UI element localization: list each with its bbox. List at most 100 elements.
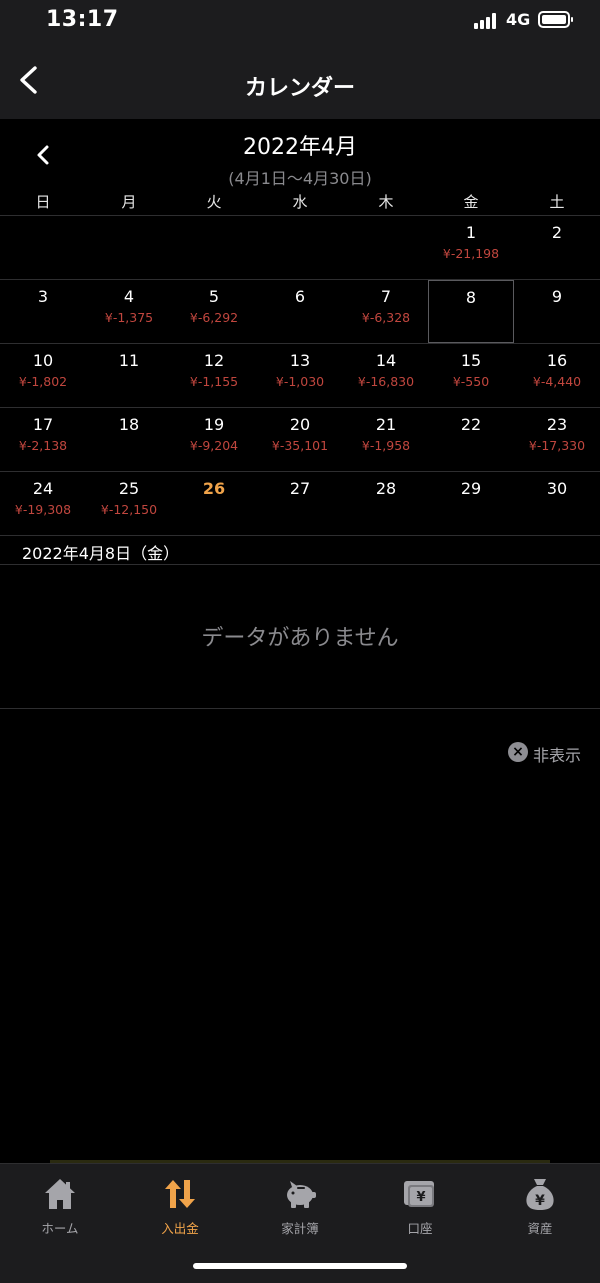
- day-number: 5: [208, 287, 220, 306]
- calendar-week-row: 1 ¥-21,198 2: [0, 216, 600, 280]
- weekday-label: 火: [206, 193, 222, 211]
- day-number: 20: [289, 415, 311, 434]
- day-number: 2: [551, 223, 563, 242]
- day-number: 30: [546, 479, 568, 498]
- calendar-week-row: 10 ¥-1,802 11 12 ¥-1,155 13 ¥-1,030 14 ¥-16,830 1…: [0, 344, 600, 408]
- calendar-day-cell[interactable]: 7 ¥-6,328: [343, 280, 429, 343]
- calendar-day-cell[interactable]: 19 ¥-9,204: [171, 408, 257, 471]
- day-amount: ¥-2,138: [18, 438, 68, 453]
- calendar-day-cell[interactable]: 1 ¥-21,198: [428, 216, 514, 279]
- day-amount: ¥-21,198: [442, 246, 500, 261]
- day-amount: ¥-1,030: [275, 374, 325, 389]
- tab-home[interactable]: ホーム: [0, 1176, 120, 1240]
- calendar-day-cell[interactable]: 25 ¥-12,150: [86, 472, 172, 535]
- tab-household-budget[interactable]: 家計簿: [240, 1176, 360, 1240]
- status-time: 13:17: [46, 7, 119, 32]
- calendar-day-cell[interactable]: 9: [514, 280, 600, 343]
- day-number: 23: [546, 415, 568, 434]
- weekday-label: 水: [292, 193, 308, 211]
- calendar-day-cell[interactable]: 27: [257, 472, 343, 535]
- navigation-bar: カレンダー: [0, 42, 600, 119]
- calendar-day-cell[interactable]: 15 ¥-550: [428, 344, 514, 407]
- calendar-day-cell[interactable]: 28: [343, 472, 429, 535]
- day-number: 10: [32, 351, 54, 370]
- tab-assets[interactable]: ¥ 資産: [480, 1176, 600, 1240]
- home-icon: [45, 1179, 75, 1209]
- day-number: 17: [32, 415, 54, 434]
- day-number: 4: [123, 287, 135, 306]
- hide-button-label: 非表示: [533, 746, 582, 765]
- day-number: 22: [460, 415, 482, 434]
- home-indicator: [193, 1263, 407, 1269]
- calendar-day-cell[interactable]: 26: [171, 472, 257, 535]
- calendar-day-cell[interactable]: 5 ¥-6,292: [171, 280, 257, 343]
- calendar-day-cell[interactable]: 10 ¥-1,802: [0, 344, 86, 407]
- day-number: 14: [375, 351, 397, 370]
- tab-accounts[interactable]: ¥ 口座: [360, 1176, 480, 1240]
- month-title: 2022年4月: [243, 135, 357, 160]
- weekday-label: 日: [35, 193, 51, 211]
- day-number: 12: [203, 351, 225, 370]
- network-type: 4G: [506, 10, 531, 29]
- page-title: カレンダー: [244, 76, 355, 101]
- day-amount: ¥-12,150: [100, 502, 158, 517]
- calendar-day-cell[interactable]: 22: [428, 408, 514, 471]
- calendar-empty-cell: [86, 216, 172, 279]
- calendar-day-cell[interactable]: 13 ¥-1,030: [257, 344, 343, 407]
- calendar-empty-cell: [171, 216, 257, 279]
- day-amount: ¥-1,155: [189, 374, 239, 389]
- calendar-day-cell[interactable]: 30: [514, 472, 600, 535]
- calendar-empty-cell: [343, 216, 429, 279]
- calendar-empty-cell: [257, 216, 343, 279]
- day-number: 24: [32, 479, 54, 498]
- calendar-day-cell[interactable]: 21 ¥-1,958: [343, 408, 429, 471]
- calendar-day-cell[interactable]: 3: [0, 280, 86, 343]
- tab-transactions[interactable]: 入出金: [120, 1176, 240, 1240]
- calendar-day-cell[interactable]: 20 ¥-35,101: [257, 408, 343, 471]
- calendar-empty-cell: [0, 216, 86, 279]
- day-number: 9: [551, 287, 563, 306]
- piggy-bank-icon: [287, 1181, 316, 1208]
- month-range: (4月1日〜4月30日): [228, 169, 372, 188]
- calendar-day-cell[interactable]: 17 ¥-2,138: [0, 408, 86, 471]
- day-number: 11: [118, 351, 140, 370]
- transfer-arrows-icon: [165, 1180, 195, 1208]
- day-amount: ¥-6,292: [189, 310, 239, 325]
- calendar-day-cell[interactable]: 16 ¥-4,440: [514, 344, 600, 407]
- day-number: 29: [460, 479, 482, 498]
- calendar-day-cell[interactable]: 4 ¥-1,375: [86, 280, 172, 343]
- calendar-day-cell[interactable]: 18: [86, 408, 172, 471]
- calendar-day-cell[interactable]: 2: [514, 216, 600, 279]
- signal-icon: [474, 13, 500, 29]
- day-amount: ¥-19,308: [14, 502, 72, 517]
- divider: [0, 708, 600, 709]
- calendar-week-row: 3 4 ¥-1,375 5 ¥-6,292 6 7 ¥-6,328 8 9: [0, 280, 600, 344]
- day-number: 18: [118, 415, 140, 434]
- svg-text:¥: ¥: [535, 1193, 545, 1209]
- day-number: 1: [465, 223, 477, 242]
- day-number: 7: [380, 287, 392, 306]
- calendar-day-cell[interactable]: 12 ¥-1,155: [171, 344, 257, 407]
- day-number: 19: [203, 415, 225, 434]
- day-number: 3: [37, 287, 49, 306]
- weekday-label: 木: [378, 193, 394, 211]
- day-amount: ¥-1,958: [361, 438, 411, 453]
- calendar-day-cell[interactable]: 23 ¥-17,330: [514, 408, 600, 471]
- calendar-day-cell[interactable]: 29: [428, 472, 514, 535]
- calendar-day-cell[interactable]: 14 ¥-16,830: [343, 344, 429, 407]
- selected-date: 2022年4月8日（金）: [22, 544, 180, 563]
- calendar-week-row: 17 ¥-2,138 18 19 ¥-9,204 20 ¥-35,101 21 ¥-1,958 2…: [0, 408, 600, 472]
- calendar-day-cell[interactable]: 8: [428, 280, 514, 343]
- day-number: 26: [202, 479, 226, 498]
- day-number: 13: [289, 351, 311, 370]
- day-number: 25: [118, 479, 140, 498]
- calendar-day-cell[interactable]: 11: [86, 344, 172, 407]
- calendar-day-cell[interactable]: 24 ¥-19,308: [0, 472, 86, 535]
- day-number: 21: [375, 415, 397, 434]
- day-number: 8: [465, 288, 477, 307]
- weekday-label: 月: [121, 193, 137, 211]
- close-circle-icon: ×: [508, 742, 528, 762]
- tab-label: 入出金: [161, 1221, 199, 1236]
- calendar-day-cell[interactable]: 6: [257, 280, 343, 343]
- battery-icon: [538, 11, 573, 28]
